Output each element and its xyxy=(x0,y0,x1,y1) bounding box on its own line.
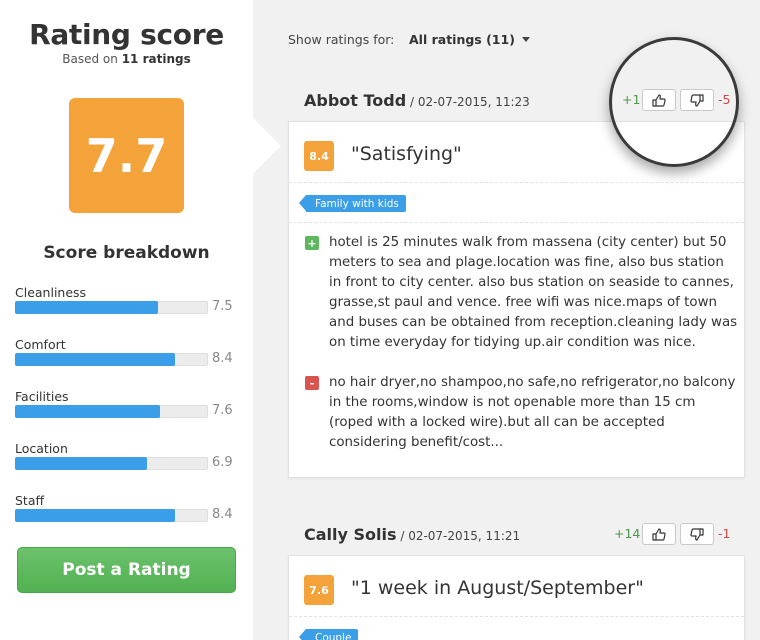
upvote-count: +14 xyxy=(614,526,641,541)
category-label: Cleanliness xyxy=(15,285,87,300)
review-card: 8.4 "Satisfying" Family with kids + hote… xyxy=(288,121,745,478)
review-title: "Satisfying" xyxy=(351,143,462,165)
review-date: / 02-07-2015, 11:23 xyxy=(406,95,530,109)
thumbs-down-icon xyxy=(690,527,704,541)
category-bar xyxy=(15,353,208,366)
thumbs-up-icon xyxy=(652,527,666,541)
minus-icon: - xyxy=(305,376,319,390)
downvote-count: -1 xyxy=(718,526,731,541)
review-score-badge: 8.4 xyxy=(304,141,334,171)
post-rating-button[interactable]: Post a Rating xyxy=(17,547,236,593)
category-label: Location xyxy=(15,441,68,456)
ratings-count: 11 ratings xyxy=(121,52,191,66)
category-bar xyxy=(15,405,208,418)
category-bar-fill xyxy=(15,405,161,418)
category-bar-fill xyxy=(15,301,159,314)
divider xyxy=(289,616,744,617)
thumbs-up-button[interactable] xyxy=(642,523,676,545)
rating-summary-panel: Rating score Based on 11 ratings 7.7 Sco… xyxy=(0,0,253,640)
score-breakdown-title: Score breakdown xyxy=(43,243,210,263)
divider xyxy=(289,222,744,223)
category-facilities: Facilities 7.6 xyxy=(15,389,240,429)
category-bar-fill xyxy=(15,509,176,522)
magnifier-highlight xyxy=(609,37,739,167)
category-label: Staff xyxy=(15,493,45,508)
review-author[interactable]: Abbot Todd xyxy=(304,91,406,110)
chevron-down-icon[interactable] xyxy=(522,37,530,42)
review-negative-text: no hair dryer,no shampoo,no safe,no refr… xyxy=(329,375,736,450)
category-value: 7.5 xyxy=(212,299,233,314)
review-author-line: Abbot Todd / 02-07-2015, 11:23 xyxy=(304,91,530,110)
category-bar-fill xyxy=(15,457,147,470)
category-comfort: Comfort 8.4 xyxy=(15,337,240,377)
traveler-type-tag[interactable]: Family with kids xyxy=(299,195,406,212)
category-label: Comfort xyxy=(15,337,66,352)
category-staff: Staff 8.4 xyxy=(15,493,240,533)
review-author-line: Cally Solis / 02-07-2015, 11:21 xyxy=(304,525,520,544)
review-card: 7.6 "1 week in August/September" Couple xyxy=(288,555,745,640)
overall-score-badge: 7.7 xyxy=(69,98,184,213)
plus-icon: + xyxy=(305,236,319,250)
category-location: Location 6.9 xyxy=(15,441,240,481)
divider xyxy=(289,182,744,183)
category-value: 8.4 xyxy=(212,351,233,366)
category-bar xyxy=(15,301,208,314)
filter-label: Show ratings for: xyxy=(288,32,395,47)
review-title: "1 week in August/September" xyxy=(351,577,644,599)
review-date: / 02-07-2015, 11:21 xyxy=(396,529,521,543)
category-bar xyxy=(15,457,208,470)
panel-pointer xyxy=(253,118,281,174)
category-bar xyxy=(15,509,208,522)
traveler-type-tag[interactable]: Couple xyxy=(298,629,359,640)
thumbs-down-button[interactable] xyxy=(680,523,714,545)
review-positive-text: hotel is 25 minutes walk from massena (c… xyxy=(329,235,738,350)
ratings-filter-select[interactable]: All ratings (11) xyxy=(409,32,515,47)
review-score-badge: 7.6 xyxy=(304,575,334,605)
category-label: Facilities xyxy=(15,389,69,404)
review-author[interactable]: Cally Solis xyxy=(304,525,397,544)
rating-count-text: Based on 11 ratings xyxy=(0,52,253,66)
based-on-label: Based on xyxy=(62,52,118,66)
category-value: 8.4 xyxy=(212,507,233,522)
rating-score-title: Rating score xyxy=(29,18,224,51)
category-value: 7.6 xyxy=(212,403,233,418)
category-cleanliness: Cleanliness 7.5 xyxy=(15,285,240,325)
category-value: 6.9 xyxy=(212,455,233,470)
category-bar-fill xyxy=(15,353,176,366)
